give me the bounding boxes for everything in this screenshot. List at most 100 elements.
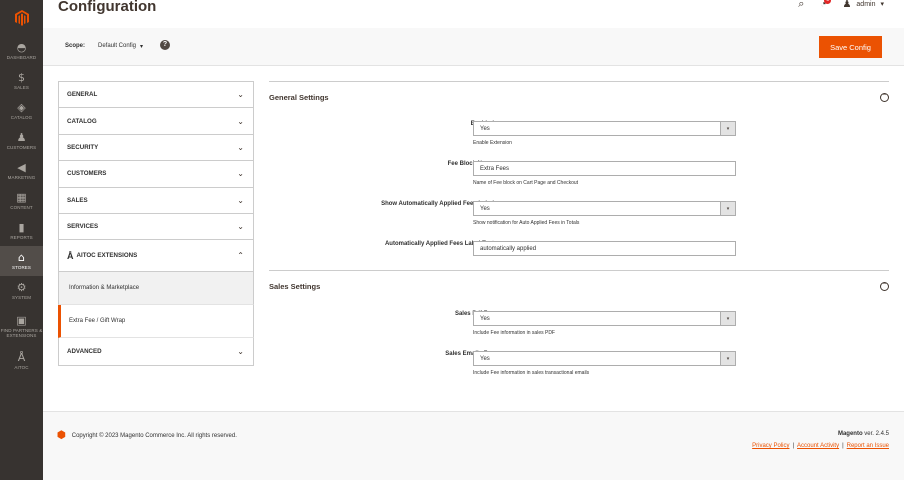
setting-select[interactable]: Yes ▾ — [473, 121, 736, 136]
scope-value: Default Config — [98, 43, 137, 49]
nav-item-label: DASHBOARD — [6, 55, 37, 60]
tab-catalog[interactable]: CATALOG ⌄ — [58, 108, 254, 135]
tab-aitoc-extensions[interactable]: Å AITOC EXTENSIONS ⌃ — [58, 240, 254, 273]
chevron-down-icon: ⌄ — [237, 142, 244, 152]
scope-switcher[interactable]: Default Config ▾ — [98, 43, 143, 50]
account-activity-link[interactable]: Account Activity — [797, 443, 839, 449]
setting-value: Yes — [480, 315, 490, 322]
content-icon: ▦ — [16, 191, 27, 204]
config-tabs: GENERAL ⌄ CATALOG ⌄ SECURITY ⌄ CUSTOMERS ⌄ SALES… — [58, 81, 254, 367]
nav-item-find-partners-extensions[interactable]: ▣ FIND PARTNERS & EXTENSIONS — [0, 306, 43, 346]
store-icon: ⌂ — [18, 251, 25, 264]
link-separator: | — [842, 443, 844, 449]
setting-note: Name of Fee block on Cart Page and Check… — [473, 180, 579, 186]
page-title: Configuration — [58, 0, 157, 15]
setting-select[interactable]: Yes ▾ — [473, 311, 736, 326]
setting-note: Enable Extension — [473, 140, 512, 146]
nav-item-sales[interactable]: $ SALES — [0, 66, 43, 96]
tab-general[interactable]: GENERAL ⌄ — [58, 82, 254, 109]
nav-item-system[interactable]: ⚙ SYSTEM — [0, 276, 43, 306]
nav-item-dashboard[interactable]: ◓ DASHBOARD — [0, 36, 43, 66]
nav-item-label: CONTENT — [10, 205, 33, 210]
tab-label: SERVICES — [67, 223, 99, 231]
tab-advanced[interactable]: ADVANCED ⌄ — [58, 338, 254, 367]
subtab-label: Extra Fee / Gift Wrap — [69, 318, 126, 325]
footer: ⬢ Copyright © 2023 Magento Commerce Inc.… — [43, 411, 904, 480]
select-arrow-icon[interactable]: ▾ — [720, 202, 735, 215]
bar-chart-icon: ▮ — [18, 221, 25, 234]
tab-label: CATALOG — [67, 117, 97, 125]
setting-input[interactable]: Extra Fees — [473, 161, 736, 176]
nav-item-customers[interactable]: ♟ CUSTOMERS — [0, 126, 43, 156]
user-menu[interactable]: ♟ admin ▾ — [842, 0, 884, 10]
tab-label: ADVANCED — [67, 348, 102, 356]
nav-item-marketing[interactable]: ◀ MARKETING — [0, 156, 43, 186]
nav-item-label: STORES — [11, 265, 32, 270]
aitoc-logo-icon: Å — [67, 250, 74, 261]
copyright-text: Copyright © 2023 Magento Commerce Inc. A… — [71, 432, 237, 439]
setting-value: Yes — [480, 205, 490, 212]
admin-sidebar: ◓ DASHBOARD $ SALES ◈ CATALOG ♟ CUSTOMERS ◀ MARKE… — [0, 0, 43, 480]
help-icon[interactable]: ? — [160, 40, 170, 50]
select-arrow-icon[interactable]: ▾ — [720, 122, 735, 135]
nav-item-label: SALES — [13, 85, 29, 90]
setting-note: Include Fee information in sales transac… — [473, 370, 590, 376]
extensions-icon: ▣ — [16, 313, 27, 327]
megaphone-icon: ◀ — [17, 161, 26, 174]
save-config-button[interactable]: Save Config — [819, 36, 882, 58]
nav-item-label: REPORTS — [10, 235, 33, 240]
tab-customers[interactable]: CUSTOMERS ⌄ — [58, 161, 254, 188]
link-separator: | — [792, 443, 795, 449]
tab-security[interactable]: SECURITY ⌄ — [58, 134, 254, 162]
nav-item-catalog[interactable]: ◈ CATALOG — [0, 96, 43, 126]
magento-logo-icon[interactable] — [0, 0, 43, 36]
collapse-icon[interactable]: ⌃ — [880, 92, 889, 102]
user-name: admin — [856, 0, 876, 8]
tab-services[interactable]: SERVICES ⌄ — [58, 213, 254, 241]
setting-select[interactable]: Yes ▾ — [473, 351, 736, 366]
version-info: Magento ver. 2.4.5 — [838, 431, 889, 437]
chevron-down-icon: ⌄ — [237, 90, 244, 100]
nav-item-label: SYSTEM — [11, 295, 32, 300]
general-settings-header[interactable]: General Settings ⌃ — [269, 84, 889, 110]
subtab-information-marketplace[interactable]: Information & Marketplace — [58, 272, 254, 306]
report-issue-link[interactable]: Report an Issue — [847, 443, 889, 449]
nav-item-stores[interactable]: ⌂ STORES — [0, 246, 43, 276]
nav-item-label: MARKETING — [7, 175, 36, 180]
subtab-extra-fee-gift-wrap[interactable]: Extra Fee / Gift Wrap — [58, 305, 254, 339]
privacy-policy-link[interactable]: Privacy Policy — [752, 443, 789, 449]
setting-input[interactable]: automatically applied — [473, 241, 736, 256]
collapse-icon[interactable]: ⌃ — [880, 281, 889, 291]
nav-item-aitoc[interactable]: Å AITOC — [0, 346, 43, 376]
tab-label: AITOC EXTENSIONS — [76, 252, 138, 260]
scope-bar: Scope: Default Config ▾ ? Save Config — [43, 28, 904, 66]
topbar: ⌕ ◔ 8 ♟ admin ▾ — [798, 0, 884, 10]
user-icon: ♟ — [842, 0, 852, 10]
select-arrow-icon[interactable]: ▾ — [720, 312, 735, 325]
tab-label: CUSTOMERS — [67, 170, 107, 178]
tab-label: SALES — [67, 196, 88, 204]
setting-note: Show notification for Auto Applied Fees … — [473, 220, 580, 226]
chevron-down-icon: ⌄ — [237, 347, 244, 357]
aitoc-icon: Å — [17, 351, 26, 364]
sales-settings-header[interactable]: Sales Settings ⌃ — [269, 273, 889, 299]
main-content: Configuration ⌕ ◔ 8 ♟ admin ▾ Scope: Def… — [43, 0, 904, 480]
nav-item-label: CUSTOMERS — [6, 145, 37, 150]
tab-sales[interactable]: SALES ⌄ — [58, 187, 254, 214]
magento-logo-icon: ⬢ — [57, 430, 66, 441]
setting-value: Yes — [480, 355, 490, 362]
setting-select[interactable]: Yes ▾ — [473, 201, 736, 216]
chevron-down-icon: ⌄ — [237, 195, 244, 205]
notifications-button[interactable]: ◔ 8 — [820, 0, 832, 10]
select-arrow-icon[interactable]: ▾ — [720, 352, 735, 365]
nav-item-content[interactable]: ▦ CONTENT — [0, 186, 43, 216]
footer-links: Privacy Policy | Account Activity | Repo… — [752, 443, 889, 449]
brand-name: Magento — [837, 431, 863, 437]
setting-value: automatically applied — [480, 245, 537, 252]
nav-item-reports[interactable]: ▮ REPORTS — [0, 216, 43, 246]
notification-count-badge: 8 — [824, 0, 832, 4]
section-title: Sales Settings — [269, 281, 321, 291]
search-icon[interactable]: ⌕ — [798, 0, 804, 11]
nav-item-label: AITOC — [14, 365, 29, 370]
copyright: ⬢ Copyright © 2023 Magento Commerce Inc.… — [57, 430, 237, 441]
